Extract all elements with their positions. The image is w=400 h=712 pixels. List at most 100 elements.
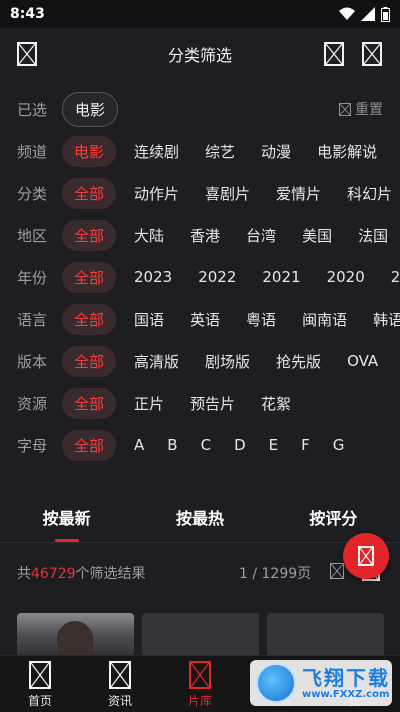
page-indicator: 1 / 1299页 [239, 566, 312, 582]
filter-panel: 已选 电影 重置 频道 电影 连续剧 综艺 动漫 电影解说 分类 全部 动作片 … [0, 88, 400, 466]
filter-option[interactable]: 英语 [190, 309, 220, 330]
nav-label: 资讯 [107, 694, 132, 708]
sort-tab-hottest[interactable]: 按最热 [133, 495, 266, 543]
filter-option[interactable]: 科幻片 [347, 183, 392, 204]
filter-option[interactable]: 全部 [62, 219, 117, 251]
filter-option[interactable]: 抢先版 [276, 351, 321, 372]
reset-label: 重置 [355, 102, 383, 118]
results-suffix: 个筛选结果 [75, 566, 146, 582]
filter-option[interactable]: D [234, 436, 246, 454]
filter-row-source: 资源 全部 正片 预告片 花絮 [0, 382, 400, 424]
status-bar: 8:43 [0, 0, 400, 28]
selected-chip[interactable]: 电影 [62, 91, 119, 127]
filter-option[interactable]: 全部 [62, 345, 117, 377]
filter-option[interactable]: B [167, 436, 177, 454]
filter-label: 地区 [17, 226, 48, 245]
filter-row-category: 分类 全部 动作片 喜剧片 爱情片 科幻片 [0, 172, 400, 214]
status-time: 8:43 [10, 6, 45, 22]
filter-option[interactable]: 电影解说 [317, 141, 377, 162]
filter-option[interactable]: A [134, 436, 144, 454]
library-icon [189, 661, 211, 689]
filter-row-region: 地区 全部 大陆 香港 台湾 美国 法国 [0, 214, 400, 256]
filter-option[interactable]: F [301, 436, 310, 454]
filter-label: 字母 [17, 436, 48, 455]
filter-option[interactable]: E [269, 436, 278, 454]
filter-option[interactable]: 全部 [62, 261, 117, 293]
top-bar: 分类筛选 [0, 28, 400, 80]
selected-row: 已选 电影 重置 [0, 88, 400, 130]
nav-label: 首页 [27, 694, 52, 708]
sort-tab-label: 按最新 [42, 509, 91, 528]
fab-icon [358, 546, 374, 566]
filter-option[interactable]: 电影 [62, 135, 117, 167]
nav-news[interactable]: 资讯 [80, 656, 160, 712]
filter-option[interactable]: 美国 [302, 225, 332, 246]
results-summary: 共46729个筛选结果 [17, 563, 146, 583]
filter-option[interactable]: 台湾 [246, 225, 276, 246]
filter-option[interactable]: 综艺 [205, 141, 235, 162]
filter-label: 分类 [17, 184, 48, 203]
results-prefix: 共 [17, 566, 31, 582]
watermark-logo-icon [256, 663, 296, 703]
nav-home[interactable]: 首页 [0, 656, 80, 712]
home-icon [29, 661, 51, 689]
filter-label: 版本 [17, 352, 48, 371]
search-icon[interactable] [324, 42, 344, 66]
watermark-title: 飞翔下载 [302, 665, 390, 690]
filter-option[interactable]: G [333, 436, 345, 454]
filter-option[interactable]: 爱情片 [276, 183, 321, 204]
status-icons [339, 6, 390, 22]
filter-option[interactable]: C [201, 436, 211, 454]
filter-label: 频道 [17, 142, 48, 161]
filter-option[interactable]: 2022 [198, 268, 236, 286]
sort-tab-rating[interactable]: 按评分 [267, 495, 400, 543]
filter-row-year: 年份 全部 2023 2022 2021 2020 2019 [0, 256, 400, 298]
results-count: 46729 [31, 566, 76, 582]
filter-row-letter: 字母 全部 A B C D E F G [0, 424, 400, 466]
filter-row-language: 语言 全部 国语 英语 粤语 闽南语 韩语 [0, 298, 400, 340]
filter-label: 年份 [17, 268, 48, 287]
sort-tabs: 按最新 按最热 按评分 [0, 495, 400, 543]
sort-tab-newest[interactable]: 按最新 [0, 495, 133, 543]
news-icon [109, 661, 131, 689]
filter-option[interactable]: 2020 [327, 268, 365, 286]
nav-label: 片库 [187, 694, 212, 708]
filter-option[interactable]: 正片 [134, 393, 164, 414]
page-title: 分类筛选 [167, 46, 232, 65]
filter-option[interactable]: OVA [347, 352, 378, 370]
filter-option[interactable]: 动漫 [261, 141, 291, 162]
filter-option[interactable]: 香港 [190, 225, 220, 246]
floating-action-button[interactable] [343, 533, 389, 579]
filter-option[interactable]: 全部 [62, 303, 117, 335]
filter-option[interactable]: 国语 [134, 309, 164, 330]
history-icon[interactable] [362, 42, 382, 66]
watermark: 飞翔下载 www.FXXZ.com [250, 660, 392, 706]
back-icon[interactable] [17, 42, 37, 66]
filter-option[interactable]: 花絮 [261, 393, 291, 414]
filter-option[interactable]: 全部 [62, 429, 117, 461]
filter-option[interactable]: 高清版 [134, 351, 179, 372]
filter-option[interactable]: 全部 [62, 387, 117, 419]
view-toggle-icon[interactable] [330, 563, 344, 579]
filter-option[interactable]: 全部 [62, 177, 117, 209]
filter-option[interactable]: 动作片 [134, 183, 179, 204]
wifi-icon [339, 7, 355, 20]
filter-option[interactable]: 2023 [134, 268, 172, 286]
reset-button[interactable]: 重置 [339, 99, 383, 119]
filter-option[interactable]: 2019 [391, 268, 400, 286]
filter-option[interactable]: 法国 [358, 225, 388, 246]
filter-option[interactable]: 剧场版 [205, 351, 250, 372]
filter-row-version: 版本 全部 高清版 剧场版 抢先版 OVA [0, 340, 400, 382]
nav-library[interactable]: 片库 [160, 656, 240, 712]
filter-option[interactable]: 喜剧片 [205, 183, 250, 204]
filter-option[interactable]: 闽南语 [302, 309, 347, 330]
filter-option[interactable]: 大陆 [134, 225, 164, 246]
filter-option[interactable]: 粤语 [246, 309, 276, 330]
filter-option[interactable]: 预告片 [190, 393, 235, 414]
sort-tab-label: 按评分 [309, 509, 358, 528]
filter-option[interactable]: 韩语 [373, 309, 400, 330]
filter-option[interactable]: 连续剧 [134, 141, 179, 162]
filter-row-channel: 频道 电影 连续剧 综艺 动漫 电影解说 [0, 130, 400, 172]
filter-option[interactable]: 2021 [262, 268, 300, 286]
watermark-url: www.FXXZ.com [302, 688, 390, 700]
